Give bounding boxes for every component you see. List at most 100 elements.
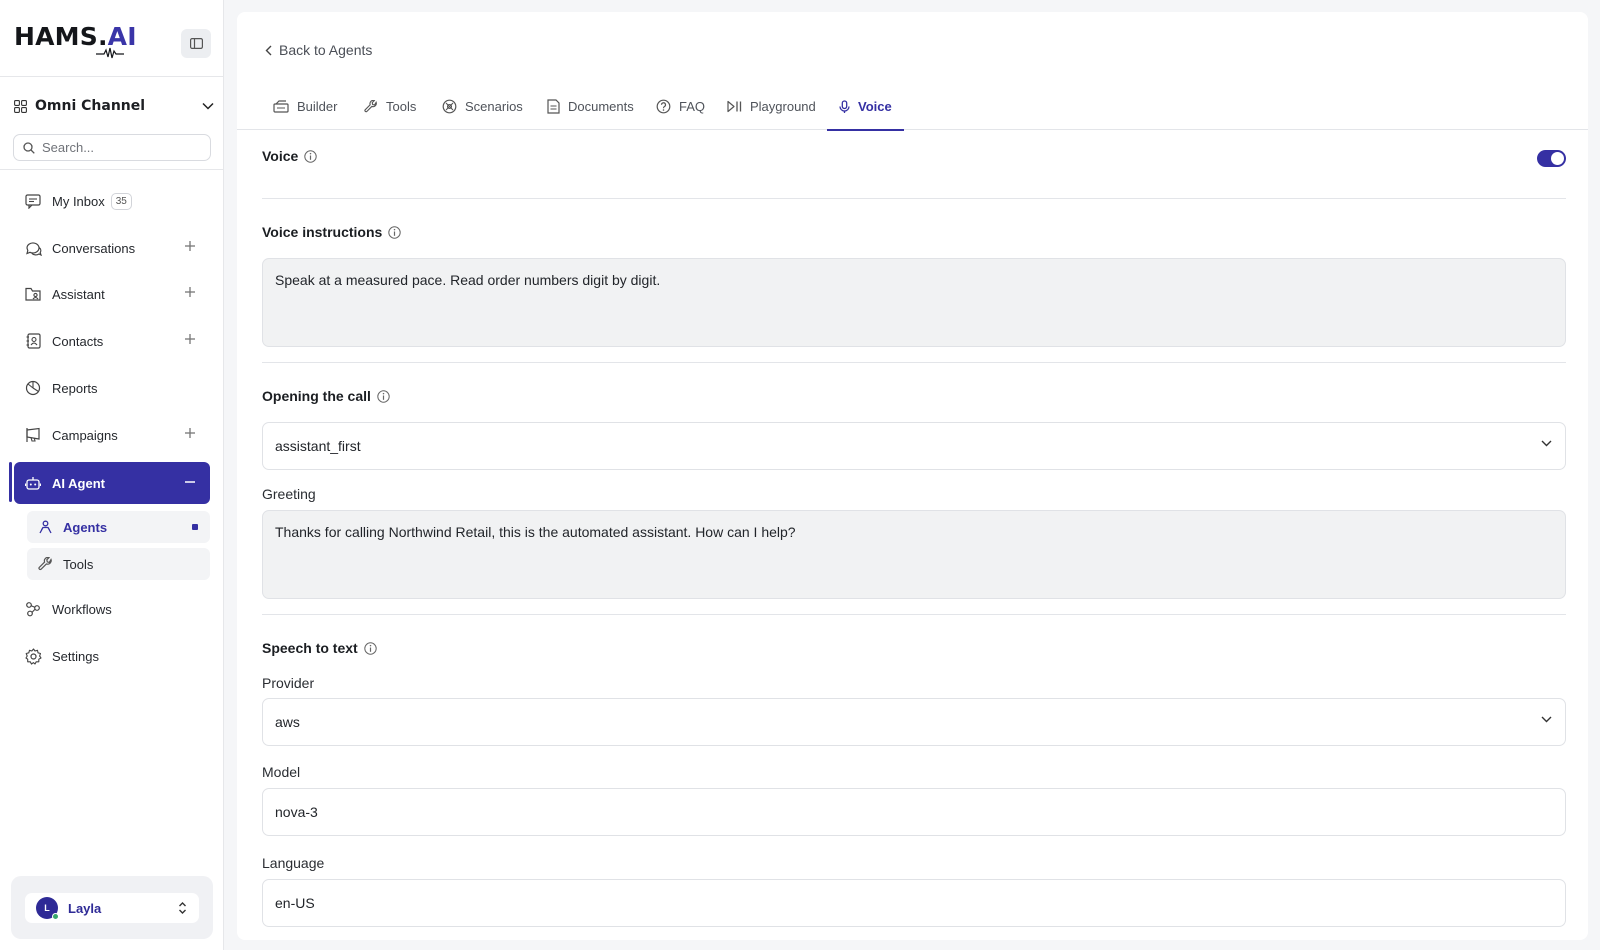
search-input[interactable] bbox=[42, 140, 192, 155]
opening-call-select[interactable]: assistant_first bbox=[262, 422, 1566, 470]
tab-label: Builder bbox=[297, 99, 338, 114]
chevron-down-icon bbox=[1541, 716, 1552, 723]
online-status-dot bbox=[52, 913, 59, 920]
search-icon bbox=[23, 141, 35, 154]
wrench-icon bbox=[364, 99, 377, 112]
tab-scenarios[interactable]: Scenarios bbox=[442, 83, 523, 130]
scenarios-icon bbox=[442, 99, 457, 114]
user-name: Layla bbox=[68, 900, 102, 916]
tab-documents[interactable]: Documents bbox=[547, 83, 634, 130]
voice-instructions-title: Voice instructions bbox=[262, 224, 402, 240]
play-pause-icon bbox=[727, 100, 742, 113]
section-divider bbox=[262, 614, 1566, 615]
sidebar-item-campaigns[interactable]: Campaigns bbox=[14, 415, 210, 455]
tab-label: Scenarios bbox=[465, 99, 523, 114]
sidebar-item-label: Settings bbox=[52, 648, 99, 664]
avatar: L bbox=[36, 897, 59, 920]
back-to-agents-link[interactable]: Back to Agents bbox=[265, 42, 372, 58]
provider-select[interactable]: aws bbox=[262, 698, 1566, 746]
grid-icon bbox=[14, 99, 27, 113]
language-label: Language bbox=[262, 855, 325, 871]
user-switcher[interactable]: L Layla bbox=[25, 893, 199, 923]
voice-instructions-textarea[interactable]: Speak at a measured pace. Read order num… bbox=[262, 258, 1566, 347]
user-panel: L Layla bbox=[11, 876, 213, 939]
chevron-down-icon bbox=[1541, 440, 1552, 447]
tab-playground[interactable]: Playground bbox=[727, 83, 816, 130]
sidebar-item-workflows[interactable]: Workflows bbox=[14, 589, 210, 629]
info-icon[interactable] bbox=[377, 389, 390, 403]
sidebar-subitem-agents[interactable]: Agents bbox=[27, 511, 210, 543]
model-input[interactable]: nova-3 bbox=[262, 788, 1566, 836]
greeting-label: Greeting bbox=[262, 486, 316, 502]
sidebar-item-label: Conversations bbox=[52, 240, 136, 256]
chevron-down-icon bbox=[202, 102, 214, 110]
sidebar-subitem-tools[interactable]: Tools bbox=[27, 548, 210, 580]
builder-icon bbox=[273, 100, 289, 113]
sidebar-item-label: My Inbox bbox=[52, 193, 105, 209]
plus-icon[interactable] bbox=[184, 286, 196, 298]
minus-icon[interactable] bbox=[184, 476, 196, 488]
provider-label: Provider bbox=[262, 675, 315, 691]
tab-voice[interactable]: Voice bbox=[827, 83, 904, 131]
sidebar-item-label: AI Agent bbox=[52, 475, 105, 491]
info-icon[interactable] bbox=[304, 149, 318, 163]
section-divider bbox=[262, 362, 1566, 363]
contacts-icon bbox=[24, 332, 42, 350]
search-box[interactable] bbox=[13, 134, 211, 161]
pie-chart-icon bbox=[24, 379, 42, 397]
tab-label: Playground bbox=[750, 99, 816, 114]
tab-label: Documents bbox=[568, 99, 634, 114]
sidebar-item-ai-agent[interactable]: AI Agent bbox=[14, 462, 210, 504]
voice-toggle[interactable] bbox=[1537, 150, 1566, 167]
back-link-label: Back to Agents bbox=[279, 42, 373, 58]
brand-header: HAMS.AI bbox=[0, 0, 223, 77]
sidebar-item-reports[interactable]: Reports bbox=[14, 368, 210, 408]
selected-dot bbox=[192, 524, 198, 530]
plus-icon[interactable] bbox=[184, 427, 196, 439]
info-icon[interactable] bbox=[364, 641, 377, 655]
sidebar: HAMS.AI Omni Channel My Inbox 35 Convers… bbox=[0, 0, 224, 950]
chevron-left-icon bbox=[265, 45, 272, 55]
help-circle-icon bbox=[656, 99, 671, 114]
speech-to-text-title: Speech to text bbox=[262, 640, 377, 656]
sidebar-collapse-button[interactable] bbox=[181, 29, 211, 58]
sidebar-item-contacts[interactable]: Contacts bbox=[14, 321, 210, 361]
toggle-knob bbox=[1551, 152, 1564, 165]
plus-icon[interactable] bbox=[184, 240, 196, 252]
opening-call-title: Opening the call bbox=[262, 388, 390, 404]
active-indicator bbox=[9, 462, 12, 502]
sidebar-item-conversations[interactable]: Conversations bbox=[14, 228, 210, 268]
sidebar-item-label: Contacts bbox=[52, 333, 104, 349]
channel-selector[interactable]: Omni Channel bbox=[14, 96, 214, 116]
main-panel: Back to Agents Builder Tools Scenarios D… bbox=[237, 12, 1588, 940]
sidebar-item-inbox[interactable]: My Inbox 35 bbox=[14, 181, 210, 221]
greeting-textarea[interactable]: Thanks for calling Northwind Retail, thi… bbox=[262, 510, 1566, 599]
channel-label: Omni Channel bbox=[35, 98, 146, 114]
chat-icon bbox=[24, 239, 42, 257]
sidebar-toggle-icon bbox=[189, 38, 203, 49]
inbox-icon bbox=[24, 192, 42, 210]
agent-tabs: Builder Tools Scenarios Documents FAQ Pl… bbox=[237, 83, 1588, 131]
tab-builder[interactable]: Builder bbox=[273, 83, 337, 130]
active-tab-underline bbox=[827, 129, 904, 131]
sidebar-subitem-label: Agents bbox=[63, 519, 108, 535]
section-divider bbox=[262, 198, 1566, 199]
gear-icon bbox=[24, 647, 42, 665]
language-input[interactable]: en-US bbox=[262, 879, 1566, 927]
sidebar-item-assistant[interactable]: Assistant bbox=[14, 274, 210, 314]
tab-label: FAQ bbox=[679, 99, 706, 114]
agent-icon bbox=[38, 520, 53, 535]
tab-tools[interactable]: Tools bbox=[364, 83, 416, 130]
info-icon[interactable] bbox=[388, 225, 402, 239]
tab-faq[interactable]: FAQ bbox=[656, 83, 705, 130]
wrench-icon bbox=[38, 556, 53, 572]
chevron-up-down-icon bbox=[179, 902, 186, 914]
microphone-icon bbox=[839, 99, 850, 113]
sidebar-item-settings[interactable]: Settings bbox=[14, 636, 210, 676]
select-value: assistant_first bbox=[275, 438, 361, 454]
document-icon bbox=[547, 99, 560, 114]
plus-icon[interactable] bbox=[184, 333, 196, 345]
select-value: aws bbox=[275, 714, 300, 730]
sidebar-item-label: Workflows bbox=[52, 601, 112, 617]
sidebar-divider bbox=[0, 169, 224, 170]
